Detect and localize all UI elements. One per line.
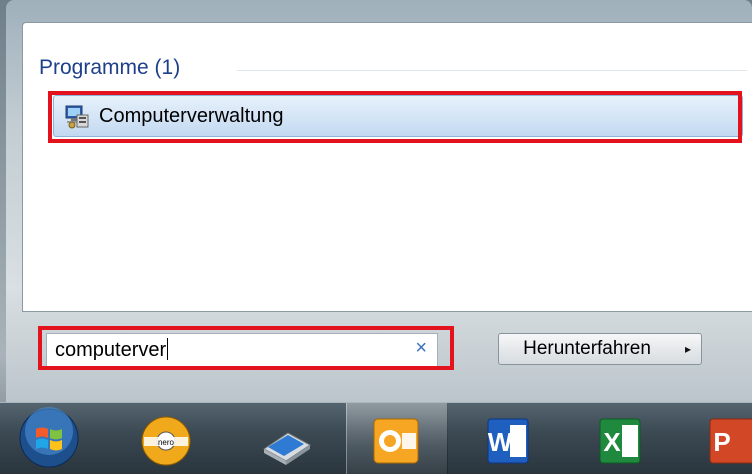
powerpoint-icon[interactable]: P [704,411,752,469]
svg-text:X: X [603,427,621,457]
group-separator [237,70,747,71]
outlook-icon[interactable] [368,411,424,469]
word-icon[interactable]: W [480,411,536,469]
nero-icon[interactable]: nero [138,411,194,469]
scanner-icon[interactable] [258,411,314,469]
svg-text:P: P [713,427,730,457]
result-item-computerverwaltung[interactable]: Computerverwaltung [53,95,743,137]
clear-search-icon[interactable]: × [415,337,427,360]
search-input-value: computerver [55,338,169,361]
start-menu-bottom-bar: computerver × Herunterfahren ▸ [22,311,752,401]
shutdown-options-arrow-icon[interactable]: ▸ [675,333,702,365]
search-input[interactable]: computerver × [46,333,438,367]
shutdown-button[interactable]: Herunterfahren [498,333,676,365]
svg-text:nero: nero [158,438,175,447]
results-group-header: Programme (1) [39,56,181,79]
result-item-label: Computerverwaltung [99,105,284,127]
taskbar: nero W X P [0,402,752,474]
computer-management-icon [65,105,89,129]
svg-text:W: W [488,427,513,457]
text-caret [167,338,169,360]
windows-start-orb[interactable] [18,407,80,469]
excel-icon[interactable]: X [592,411,648,469]
start-menu-results-panel: Programme (1) Computerverwaltung [22,22,752,312]
